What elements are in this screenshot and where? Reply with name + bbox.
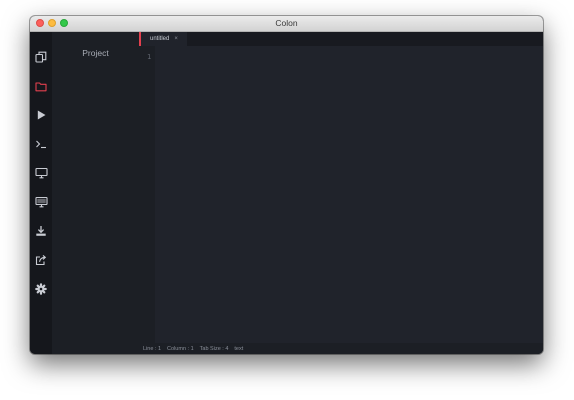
display-button[interactable] [30,192,52,212]
terminal-icon [36,140,46,149]
share-icon [35,254,47,266]
line-number: 1 [147,53,152,61]
project-sidebar: Project [52,32,139,354]
download-icon [36,226,46,236]
monitor-icon [34,167,48,179]
status-tab-size[interactable]: Tab Size : 4 [200,346,229,352]
terminal-button[interactable] [30,134,52,154]
tab-untitled[interactable]: untitled × [139,32,187,46]
window-title: Colon [275,18,298,28]
gear-icon [35,283,47,295]
line-number-gutter: 1 [139,46,155,344]
copy-icon [35,51,47,63]
tab-label: untitled [150,36,170,42]
status-column: Column : 1 [167,345,194,352]
code-editor[interactable] [155,46,543,344]
app-window: Colon Project untitled × 1 Line: 1 Colu… [30,16,543,354]
status-bar: Line : 1 Column : 1 Tab Size : 4 text [139,343,543,354]
settings-button[interactable] [30,279,52,299]
activity-bar [30,32,52,354]
project-folder-button[interactable] [30,76,52,96]
status-language-mode[interactable]: text [234,346,243,352]
workspace-button[interactable] [30,47,52,67]
play-icon [37,110,46,120]
close-tab-icon[interactable]: × [174,36,178,42]
status-line: Line : 1 [143,345,162,352]
sidebar-title: Project [82,48,109,58]
run-button[interactable] [30,105,52,125]
title-bar[interactable]: Colon [30,16,543,32]
display-icon [34,196,48,208]
folder-icon [35,81,47,91]
share-button[interactable] [30,250,52,270]
tab-bar: untitled × [139,32,543,46]
editor-area: untitled × 1 Line : 1 Column : 1 Tab Siz… [139,32,543,354]
download-button[interactable] [30,221,52,241]
preview-button[interactable] [30,163,52,183]
